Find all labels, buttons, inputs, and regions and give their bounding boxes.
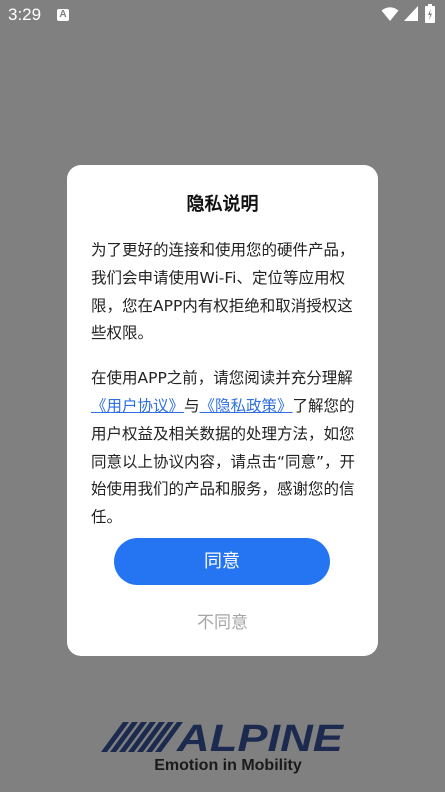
app-notification-icon: A [57, 9, 69, 21]
wifi-icon [381, 7, 399, 21]
status-time: 3:29 [8, 5, 42, 24]
user-agreement-link[interactable]: 《用户协议》 [91, 397, 184, 415]
agreement-outro-text: 了解您的用户权益及相关数据的处理方法，如您同意以上协议内容，请点击“同意”，开始… [91, 396, 356, 527]
dialog-body: 为了更好的连接和使用您的硬件产品，我们会申请使用Wi-Fi、定位等应用权限，您在… [91, 237, 356, 532]
signal-icon [404, 6, 418, 21]
alpine-logo: ALPINE [101, 720, 345, 754]
status-bar: 3:29 A [0, 0, 445, 32]
dialog-title: 隐私说明 [186, 194, 259, 215]
brand-tagline: Emotion in Mobility [154, 757, 302, 774]
battery-icon [425, 4, 435, 23]
alpine-logo-text: ALPINE [176, 720, 345, 754]
permission-paragraph: 为了更好的连接和使用您的硬件产品，我们会申请使用Wi-Fi、定位等应用权限，您在… [91, 241, 355, 343]
disagree-button[interactable]: 不同意 [0, 608, 445, 633]
agree-button[interactable]: 同意 [114, 538, 330, 585]
privacy-policy-link[interactable]: 《隐私政策》 [200, 397, 293, 415]
agreement-paragraph: 在使用APP之前，请您阅读并充分理解《用户协议》与《隐私政策》了解您的用户权益及… [91, 365, 356, 532]
agreement-intro-text: 在使用APP之前，请您阅读并充分理解 [91, 369, 353, 388]
agreement-and-text: 与 [184, 396, 200, 415]
app-notification-icon-letter: A [59, 9, 67, 20]
